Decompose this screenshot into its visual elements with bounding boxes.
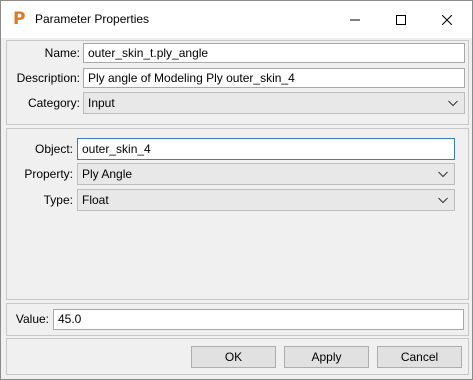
title-bar[interactable]: P Parameter Properties: [1, 1, 472, 38]
ok-button[interactable]: OK: [191, 346, 276, 368]
close-icon: [442, 14, 452, 25]
apply-button[interactable]: Apply: [284, 346, 369, 368]
category-dropdown-value: Input: [88, 96, 115, 110]
general-panel: Name: outer_skin_t.ply_angle Description…: [6, 40, 469, 125]
maximize-button[interactable]: [378, 1, 424, 38]
dialog-window: P Parameter Properties Name: outer_skin_…: [0, 0, 473, 380]
object-label: Object:: [34, 142, 73, 156]
type-label: Type:: [43, 193, 73, 207]
category-dropdown[interactable]: Input: [83, 92, 465, 114]
value-field[interactable]: 45.0: [53, 309, 464, 330]
cancel-button[interactable]: Cancel: [377, 346, 462, 368]
minimize-icon: [350, 19, 360, 20]
value-label: Value:: [15, 312, 49, 326]
chevron-down-icon: [438, 197, 448, 204]
chevron-down-icon: [448, 100, 458, 107]
maximize-icon: [396, 14, 406, 25]
property-dropdown[interactable]: Ply Angle: [77, 163, 455, 185]
chevron-down-icon: [438, 171, 448, 178]
description-field[interactable]: Ply angle of Modeling Ply outer_skin_4: [83, 68, 465, 88]
type-dropdown-value: Float: [82, 193, 109, 207]
property-dropdown-value: Ply Angle: [82, 167, 133, 181]
description-label: Description:: [16, 71, 80, 85]
category-label: Category:: [27, 96, 80, 110]
property-label: Property:: [24, 167, 73, 181]
value-panel: Value: 45.0: [6, 303, 469, 336]
name-label: Name:: [44, 46, 80, 60]
close-button[interactable]: [424, 1, 470, 38]
type-dropdown[interactable]: Float: [77, 189, 455, 211]
object-field[interactable]: outer_skin_4: [77, 138, 455, 160]
button-bar: OK Apply Cancel: [6, 338, 469, 375]
window-title: Parameter Properties: [35, 12, 150, 26]
object-panel: Object: outer_skin_4 Property: Ply Angle…: [6, 128, 469, 300]
name-field[interactable]: outer_skin_t.ply_angle: [83, 43, 465, 63]
app-logo-icon: P: [13, 9, 26, 29]
minimize-button[interactable]: [332, 1, 378, 38]
